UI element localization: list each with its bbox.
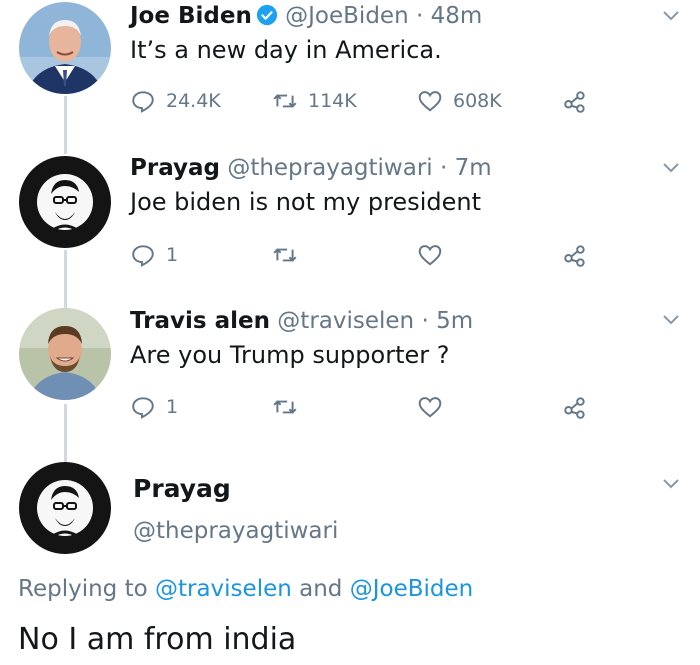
author-handle[interactable]: @JoeBiden <box>285 3 409 29</box>
chevron-down-icon[interactable] <box>662 10 680 22</box>
focused-author-name[interactable]: Prayag <box>133 474 231 503</box>
tweet-header: Travis alen @traviselen · 5m <box>130 307 473 335</box>
chevron-down-icon[interactable] <box>662 314 680 326</box>
retweet-button[interactable] <box>272 392 298 422</box>
like-button[interactable] <box>417 240 443 270</box>
thread-line <box>64 404 67 462</box>
reply-icon <box>132 397 154 419</box>
chevron-down-icon[interactable] <box>662 478 680 490</box>
timestamp[interactable]: 7m <box>455 155 492 181</box>
tweet-actions: 1 <box>130 392 600 422</box>
author-name[interactable]: Joe Biden <box>130 3 252 29</box>
author-name[interactable]: Prayag <box>130 155 220 181</box>
tweet-actions: 24.4K 114K 608K <box>130 86 600 116</box>
tweet-header: Joe Biden @JoeBiden · 48m <box>130 2 482 30</box>
replying-and-label: and <box>299 576 343 602</box>
tweet-text: Are you Trump supporter ? <box>130 341 450 369</box>
tweet-text: Joe biden is not my president <box>130 188 481 216</box>
reply-count: 1 <box>166 396 179 418</box>
retweet-button[interactable] <box>272 240 298 270</box>
avatar-joe-biden[interactable] <box>19 2 111 94</box>
tweet-header: Prayag @theprayagtiwari · 7m <box>130 154 492 182</box>
retweet-count: 114K <box>308 90 357 112</box>
share-icon <box>564 245 585 267</box>
share-button[interactable] <box>562 240 588 270</box>
avatar-travis-alen[interactable] <box>19 308 111 400</box>
reply-count: 1 <box>166 244 179 266</box>
retweet-icon <box>273 248 297 262</box>
avatar-prayag[interactable] <box>19 156 111 248</box>
like-count: 608K <box>453 90 502 112</box>
share-button[interactable] <box>562 392 588 422</box>
share-icon <box>564 91 585 113</box>
reply-count: 24.4K <box>166 90 221 112</box>
separator-dot: · <box>415 3 424 29</box>
reply-button[interactable]: 1 <box>130 392 178 422</box>
focused-tweet-text: No I am from india <box>18 622 297 657</box>
separator-dot: · <box>421 308 429 334</box>
like-button[interactable] <box>417 392 443 422</box>
chevron-down-icon[interactable] <box>662 162 680 174</box>
thread-line <box>64 250 67 308</box>
reply-icon <box>132 91 154 113</box>
like-icon <box>418 245 442 266</box>
author-handle[interactable]: @theprayagtiwari <box>227 155 432 181</box>
retweet-icon <box>273 400 297 414</box>
tweet-text: It’s a new day in America. <box>130 36 442 64</box>
like-button[interactable]: 608K <box>417 86 502 116</box>
separator-dot: · <box>440 155 448 181</box>
mention-link[interactable]: @JoeBiden <box>350 576 474 602</box>
like-icon <box>418 397 442 418</box>
like-icon <box>418 91 442 112</box>
retweet-icon <box>273 94 297 108</box>
replying-to-line: Replying to @traviselen and @JoeBiden <box>18 576 473 602</box>
reply-button[interactable]: 1 <box>130 240 178 270</box>
replying-to-label: Replying to <box>18 576 148 602</box>
reply-button[interactable]: 24.4K <box>130 86 221 116</box>
share-icon <box>564 397 585 419</box>
tweet-actions: 1 <box>130 240 600 270</box>
verified-badge-icon <box>256 4 277 26</box>
focused-author-handle[interactable]: @theprayagtiwari <box>133 518 338 544</box>
author-name[interactable]: Travis alen <box>130 308 270 334</box>
share-button[interactable] <box>562 86 588 116</box>
timestamp[interactable]: 48m <box>431 3 483 29</box>
timestamp[interactable]: 5m <box>436 308 473 334</box>
author-handle[interactable]: @traviselen <box>277 308 414 334</box>
retweet-button[interactable]: 114K <box>272 86 357 116</box>
mention-link[interactable]: @traviselen <box>155 576 292 602</box>
thread-line <box>64 96 67 154</box>
avatar-prayag[interactable] <box>19 462 111 554</box>
reply-icon <box>132 245 154 267</box>
